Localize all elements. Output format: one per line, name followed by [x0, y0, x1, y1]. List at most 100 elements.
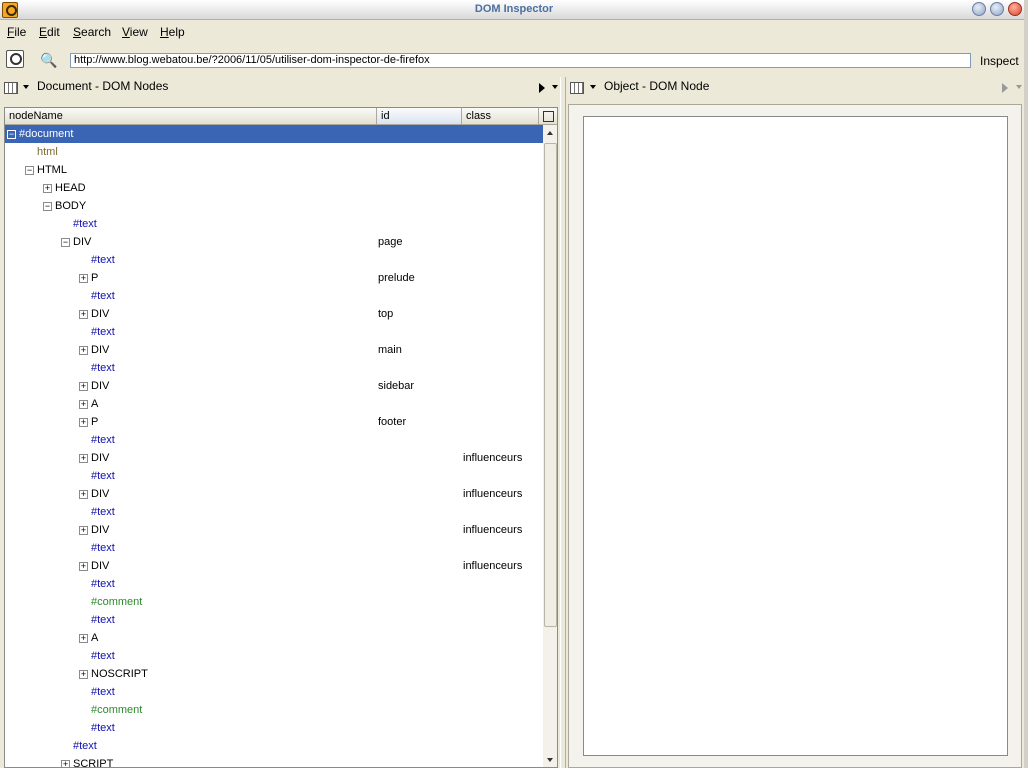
scroll-down-icon[interactable] [547, 758, 553, 762]
menu-help[interactable]: Help [160, 25, 185, 39]
tree-row[interactable]: #text [5, 359, 543, 377]
node-name: #text [91, 542, 115, 554]
chevron-right-icon[interactable] [1002, 83, 1008, 93]
close-button[interactable] [1008, 2, 1022, 16]
expand-icon[interactable]: + [79, 418, 88, 427]
vertical-scrollbar[interactable] [543, 125, 557, 767]
node-name: DIV [91, 488, 110, 500]
node-name: SCRIPT [73, 758, 114, 768]
menu-file[interactable]: File [7, 25, 26, 39]
expand-icon[interactable]: + [79, 670, 88, 679]
tree-row[interactable]: − DIV page [5, 233, 543, 251]
collapse-icon[interactable]: − [61, 238, 70, 247]
node-name: P [91, 416, 99, 428]
tree-row[interactable]: − BODY [5, 197, 543, 215]
tree-row[interactable]: − #document [5, 125, 543, 143]
tree-row[interactable]: #text [5, 431, 543, 449]
url-input[interactable]: http://www.blog.webatou.be/?2006/11/05/u… [70, 53, 971, 68]
tree-row[interactable]: html [5, 143, 543, 161]
expand-icon[interactable]: + [79, 454, 88, 463]
column-nodename[interactable]: nodeName [5, 108, 377, 125]
tree-row[interactable]: #text [5, 575, 543, 593]
tree-row[interactable]: + Pprelude [5, 269, 543, 287]
node-name: DIV [91, 344, 110, 356]
expand-icon[interactable]: + [79, 400, 88, 409]
tree-row[interactable]: + SCRIPT [5, 755, 543, 768]
node-name: DIV [91, 524, 110, 536]
node-name: DIV [91, 308, 110, 320]
tree-row[interactable]: #text [5, 539, 543, 557]
chevron-down-icon[interactable] [23, 85, 29, 89]
expand-icon[interactable]: + [79, 346, 88, 355]
node-name: DIV [91, 560, 110, 572]
expand-icon[interactable]: + [79, 274, 88, 283]
collapse-icon[interactable]: − [43, 202, 52, 211]
tree-row[interactable]: + DIV main [5, 341, 543, 359]
tree-row[interactable]: #text [5, 719, 543, 737]
dom-tree[interactable]: nodeName id class − #document html − HTML + HE… [4, 107, 558, 768]
column-picker-icon[interactable] [539, 108, 557, 125]
tree-row[interactable]: + DIV influenceurs [5, 521, 543, 539]
menu-bar: File Edit Search View Help [0, 21, 1028, 43]
tree-row[interactable]: #text [5, 287, 543, 305]
tree-row[interactable]: #text [5, 215, 543, 233]
chevron-down-icon[interactable] [590, 85, 596, 89]
pane-menu-icon[interactable] [4, 82, 18, 94]
tree-row[interactable]: + HEAD [5, 179, 543, 197]
tree-row[interactable]: − HTML [5, 161, 543, 179]
chevron-down-icon[interactable] [552, 85, 558, 89]
expand-icon[interactable]: + [79, 382, 88, 391]
tree-row[interactable]: + A [5, 629, 543, 647]
node-name: #text [91, 326, 115, 338]
expand-icon[interactable]: + [79, 490, 88, 499]
expand-icon[interactable]: + [43, 184, 52, 193]
tree-row[interactable]: #text [5, 683, 543, 701]
expand-icon[interactable]: + [79, 526, 88, 535]
tree-row[interactable]: + DIV top [5, 305, 543, 323]
expand-icon[interactable]: + [61, 760, 70, 767]
object-view[interactable] [583, 116, 1008, 756]
collapse-icon[interactable]: − [25, 166, 34, 175]
column-id[interactable]: id [377, 108, 462, 125]
tree-row[interactable]: + DIV influenceurs [5, 485, 543, 503]
tree-row[interactable]: #text [5, 323, 543, 341]
expand-icon[interactable]: + [79, 562, 88, 571]
collapse-icon[interactable]: − [7, 130, 16, 139]
expand-icon[interactable]: + [79, 634, 88, 643]
tree-row[interactable]: + NOSCRIPT [5, 665, 543, 683]
pane-menu-icon[interactable] [570, 82, 584, 94]
tree-row[interactable]: #text [5, 251, 543, 269]
pane-splitter[interactable] [560, 77, 566, 768]
tree-row[interactable]: + A [5, 395, 543, 413]
node-name: #text [91, 578, 115, 590]
tree-row[interactable]: + Pfooter [5, 413, 543, 431]
expand-icon[interactable]: + [79, 310, 88, 319]
tree-row[interactable]: #text [5, 737, 543, 755]
binoculars-icon[interactable]: 🔍 [40, 52, 57, 69]
scroll-up-icon[interactable] [547, 131, 553, 135]
menu-edit[interactable]: Edit [39, 25, 60, 39]
tree-row[interactable]: + DIV sidebar [5, 377, 543, 395]
minimize-button[interactable] [972, 2, 986, 16]
scroll-thumb[interactable] [544, 143, 557, 627]
tree-row[interactable]: #text [5, 647, 543, 665]
node-name: #text [91, 254, 115, 266]
chevron-down-icon[interactable] [1016, 85, 1022, 89]
tree-row[interactable]: #text [5, 467, 543, 485]
menu-search[interactable]: Search [73, 25, 111, 39]
tree-row[interactable]: #comment [5, 593, 543, 611]
node-name: NOSCRIPT [91, 668, 148, 680]
tree-row[interactable]: #text [5, 503, 543, 521]
tree-row[interactable]: + DIV influenceurs [5, 557, 543, 575]
left-pane-title: Document - DOM Nodes [37, 79, 169, 93]
chevron-right-icon[interactable] [539, 83, 545, 93]
maximize-button[interactable] [990, 2, 1004, 16]
inspect-button[interactable]: Inspect [980, 54, 1019, 68]
menu-view[interactable]: View [122, 25, 148, 39]
tree-row[interactable]: #comment [5, 701, 543, 719]
tree-row[interactable]: #text [5, 611, 543, 629]
node-name: A [91, 398, 99, 410]
tree-row[interactable]: + DIV influenceurs [5, 449, 543, 467]
column-class[interactable]: class [462, 108, 539, 125]
inspect-element-icon[interactable] [6, 50, 24, 68]
